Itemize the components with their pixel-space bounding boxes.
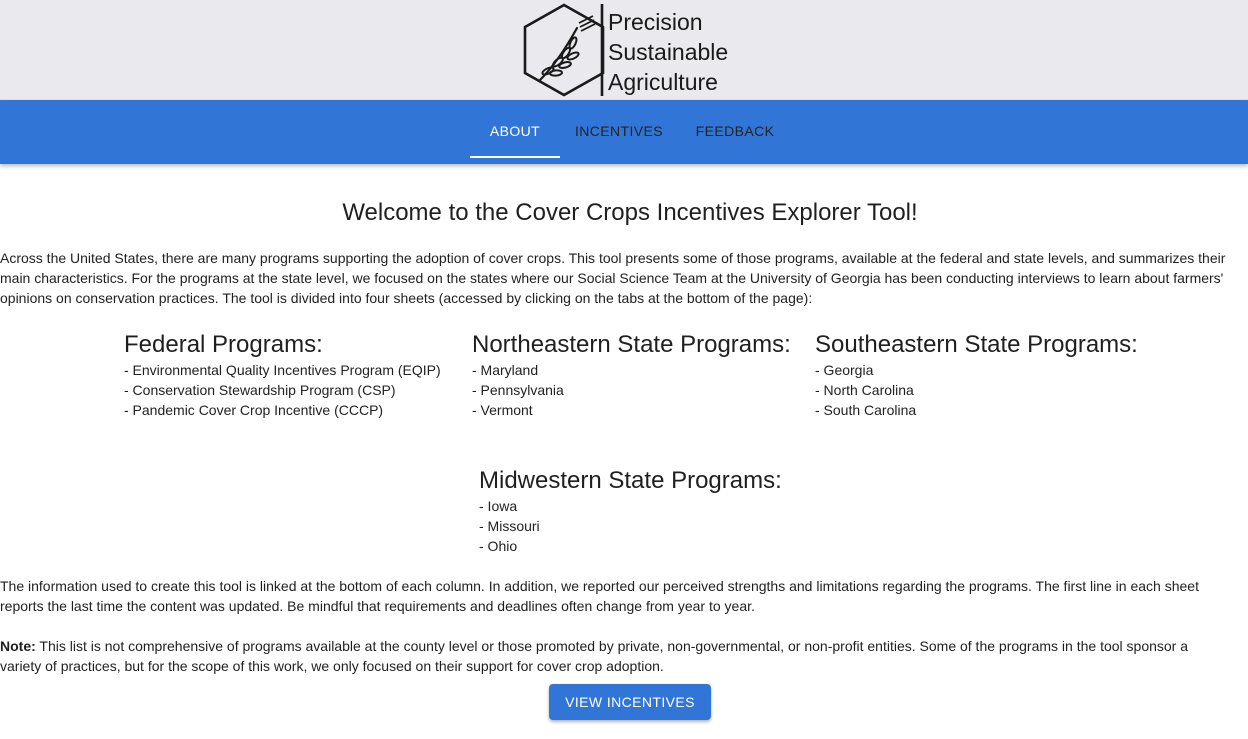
state-item: - South Carolina <box>815 402 917 418</box>
view-incentives-button[interactable]: VIEW INCENTIVES <box>549 684 711 720</box>
tab-feedback[interactable]: FEEDBACK <box>686 100 784 156</box>
tab-about[interactable]: ABOUT <box>470 100 560 158</box>
intro-paragraph: Across the United States, there are many… <box>0 248 1248 308</box>
southeastern-programs-list: - Georgia - North Carolina - South Carol… <box>815 360 1138 420</box>
midwestern-programs-column: Midwestern State Programs: - Iowa - Miss… <box>479 466 782 556</box>
state-item: - Maryland <box>472 362 539 378</box>
intro-line: Across the United States, there are many… <box>0 250 1226 266</box>
main-nav: ABOUT INCENTIVES FEEDBACK <box>0 100 1248 164</box>
state-item: - Ohio <box>479 538 518 554</box>
intro-line: main characteristics. For the programs a… <box>0 270 1224 286</box>
northeastern-programs-heading: Northeastern State Programs: <box>472 331 791 358</box>
midwestern-programs-heading: Midwestern State Programs: <box>479 467 782 494</box>
state-item: - Iowa <box>479 498 518 514</box>
southeastern-programs-column: Southeastern State Programs: - Georgia -… <box>815 330 1138 420</box>
state-item: - Vermont <box>472 402 533 418</box>
page-title: Welcome to the Cover Crops Incentives Ex… <box>342 199 918 226</box>
federal-programs-heading: Federal Programs: <box>124 331 323 358</box>
southeastern-programs-heading: Southeastern State Programs: <box>815 331 1138 358</box>
state-item: - Pennsylvania <box>472 382 564 398</box>
state-item: - North Carolina <box>815 382 914 398</box>
top-banner: Precision Sustainable Agriculture <box>0 0 1248 100</box>
note-text: This list is not comprehensive of progra… <box>35 638 1189 654</box>
program-item: - Pandemic Cover Crop Incentive (CCCP) <box>124 402 384 418</box>
info-line: The information used to create this tool… <box>0 578 1199 594</box>
note-label: Note: <box>0 638 36 654</box>
federal-programs-list: - Environmental Quality Incentives Progr… <box>124 360 441 420</box>
note-text: variety of practices, but for the scope … <box>0 658 664 674</box>
brand-line-precision: Precision <box>608 9 703 35</box>
brand-line-agriculture: Agriculture <box>608 69 718 95</box>
northeastern-programs-list: - Maryland - Pennsylvania - Vermont <box>472 360 791 420</box>
info-line: reports the last time the content was up… <box>0 598 755 614</box>
brand-line-sustainable: Sustainable <box>608 39 729 65</box>
tab-incentives[interactable]: INCENTIVES <box>568 100 670 156</box>
program-item: - Conservation Stewardship Program (CSP) <box>124 382 396 398</box>
info-paragraph: The information used to create this tool… <box>0 576 1248 616</box>
intro-line: opinions on conservation practices. The … <box>0 290 813 306</box>
midwestern-programs-list: - Iowa - Missouri - Ohio <box>479 496 782 556</box>
note-paragraph: Note: This list is not comprehensive of … <box>0 636 1248 676</box>
hexagon-wheat-icon <box>523 3 605 97</box>
state-item: - Georgia <box>815 362 874 378</box>
program-item: - Environmental Quality Incentives Progr… <box>124 362 441 378</box>
federal-programs-column: Federal Programs: - Environmental Qualit… <box>124 330 441 420</box>
brand-name: Precision Sustainable Agriculture <box>608 7 728 97</box>
state-item: - Missouri <box>479 518 540 534</box>
northeastern-programs-column: Northeastern State Programs: - Maryland … <box>472 330 791 420</box>
